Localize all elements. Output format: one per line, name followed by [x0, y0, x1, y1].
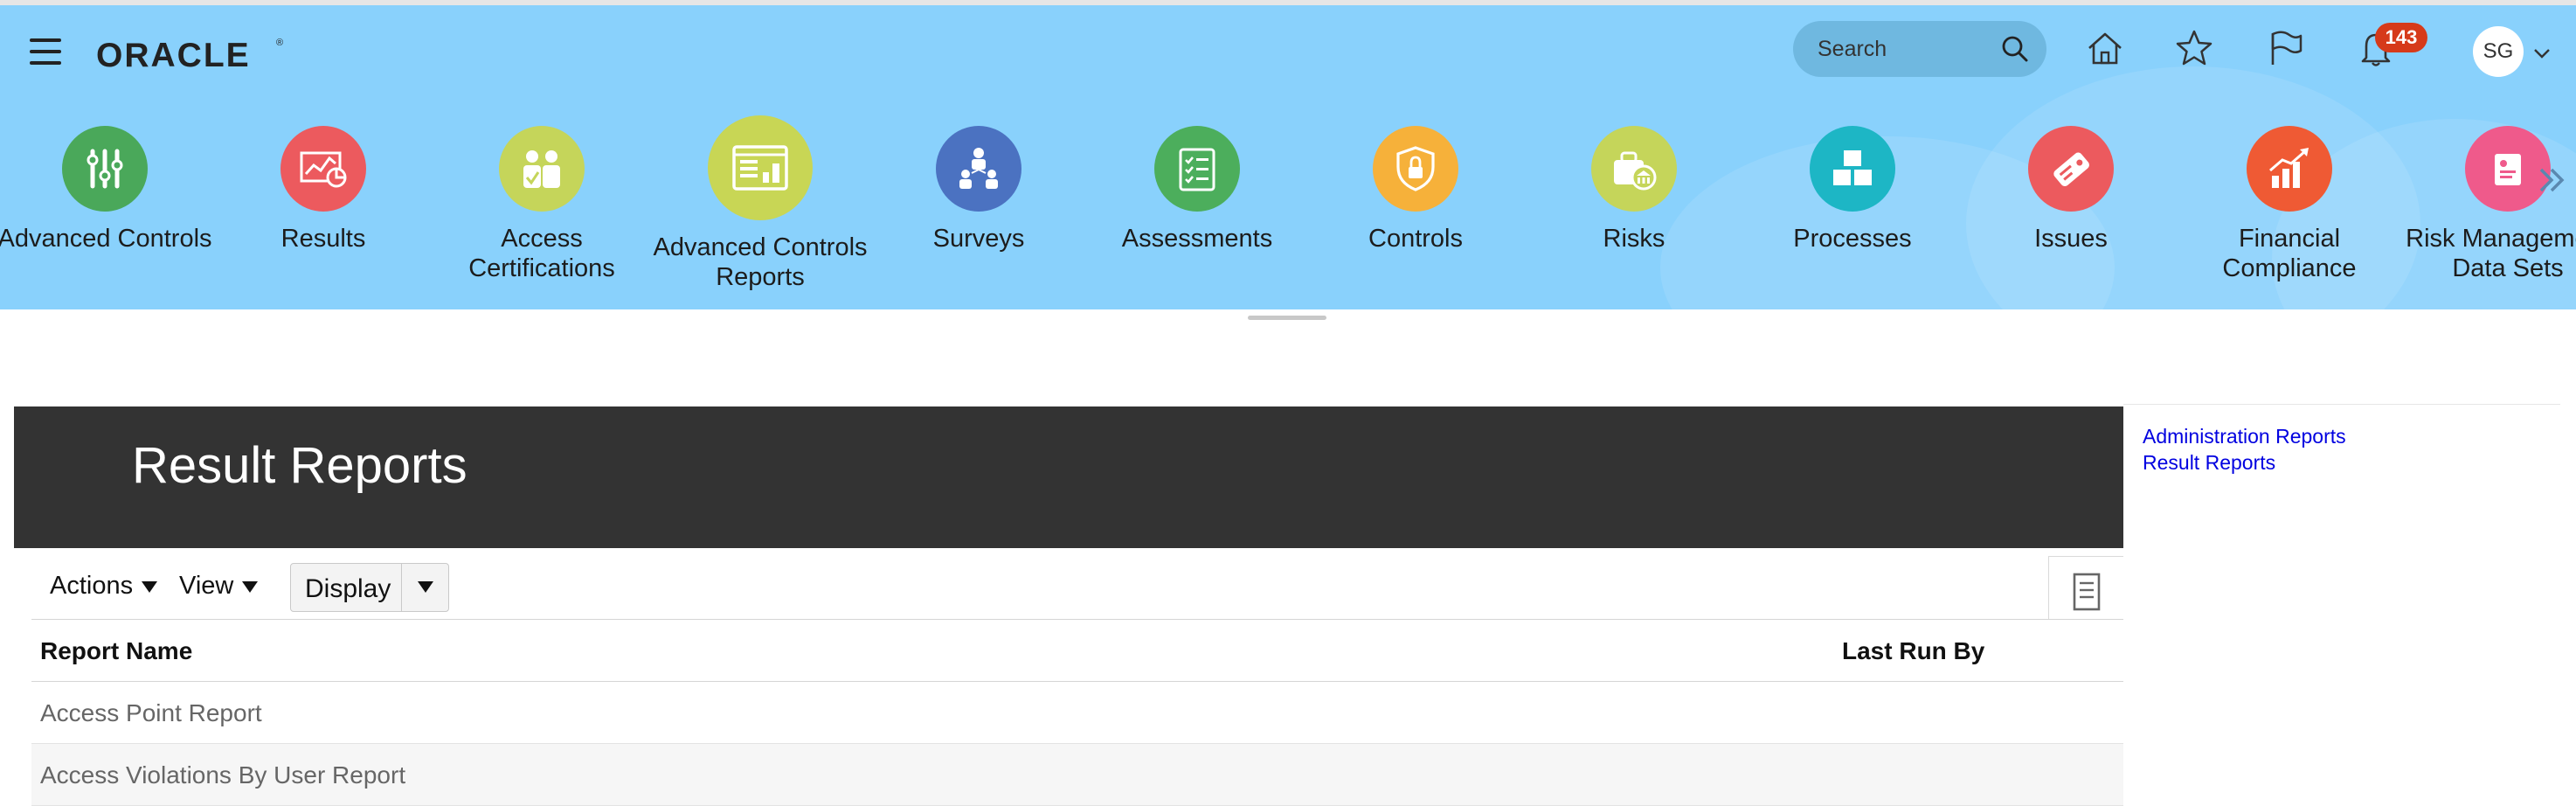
result-reports-link[interactable]: Result Reports — [2143, 449, 2346, 476]
actions-menu-label: Actions — [50, 572, 134, 600]
view-menu-label: View — [179, 572, 234, 600]
caret-down-icon[interactable] — [418, 581, 433, 593]
caret-down-icon — [242, 580, 259, 593]
reports-table: Report Name Last Run By Access Point Rep… — [31, 619, 2123, 806]
checklist-icon — [1154, 126, 1240, 212]
user-avatar[interactable]: SG — [2473, 26, 2524, 77]
boxes-icon — [1810, 126, 1895, 212]
home-icon[interactable] — [2083, 26, 2127, 70]
page-title: Result Reports — [132, 437, 467, 494]
survey-people-icon — [936, 126, 1021, 212]
app-label: Assessments — [1121, 225, 1273, 253]
app-risks[interactable]: Risks — [1525, 108, 1743, 254]
navigator-menu-icon[interactable] — [30, 38, 61, 65]
column-header-last-run-by[interactable]: Last Run By — [1842, 637, 1984, 665]
tag-issue-icon — [2028, 126, 2114, 212]
app-label: Issues — [2034, 225, 2108, 253]
report-name-cell[interactable]: Access Point Report — [40, 699, 262, 727]
app-label: Results — [280, 225, 366, 253]
brand-name: ORACLE — [96, 37, 251, 74]
app-label: Controls — [1368, 225, 1463, 253]
display-button-label: Display — [305, 574, 391, 603]
app-financial-compliance[interactable]: Financial Compliance — [2180, 108, 2399, 283]
reports-side-panel: Administration Reports Result Reports — [2143, 423, 2346, 476]
app-label: Financial Compliance — [2222, 225, 2357, 282]
search-icon[interactable] — [1999, 33, 2031, 65]
app-label: Advanced Controls — [0, 225, 212, 253]
results-chart-icon — [280, 126, 366, 212]
table-header: Report Name Last Run By — [31, 619, 2123, 682]
svg-text:®: ® — [276, 38, 283, 48]
app-results[interactable]: Results — [214, 108, 433, 254]
caret-down-icon — [142, 580, 158, 593]
shield-lock-icon — [1373, 126, 1458, 212]
page-header-banner: Result Reports — [14, 406, 2123, 548]
people-check-icon — [499, 126, 585, 212]
notifications-count-badge: 143 — [2375, 23, 2427, 52]
view-menu[interactable]: View — [179, 572, 259, 601]
chevron-down-icon[interactable] — [2532, 44, 2552, 63]
sliders-icon — [62, 126, 148, 212]
risk-bank-icon — [1591, 126, 1677, 212]
app-processes[interactable]: Processes — [1743, 108, 1962, 254]
header-resize-handle[interactable] — [1248, 316, 1326, 320]
growth-chart-icon — [2247, 126, 2332, 212]
app-issues[interactable]: Issues — [1962, 108, 2180, 254]
search-input[interactable] — [1816, 33, 1994, 65]
search-box[interactable] — [1793, 21, 2046, 77]
app-assessments[interactable]: Assessments — [1088, 108, 1306, 254]
favorites-star-icon[interactable] — [2172, 26, 2216, 70]
divider — [2123, 404, 2560, 405]
double-chevron-right-icon[interactable] — [2534, 163, 2569, 198]
app-label: Risk Management Data Sets — [2406, 225, 2576, 282]
report-dashboard-icon — [708, 115, 813, 220]
administration-reports-link[interactable]: Administration Reports — [2143, 423, 2346, 449]
app-advanced-controls-reports[interactable]: Advanced Controls Reports — [651, 108, 869, 292]
global-header: ORACLE ® 143 SG — [0, 5, 2576, 309]
divider — [401, 564, 402, 611]
table-row[interactable]: Access Violations By User Report — [31, 744, 2123, 806]
app-advanced-controls[interactable]: Advanced Controls — [0, 108, 214, 254]
app-label: Risks — [1603, 225, 1665, 253]
app-label: Advanced Controls Reports — [653, 233, 868, 291]
app-access-certifications[interactable]: Access Certifications — [433, 108, 651, 283]
app-surveys[interactable]: Surveys — [869, 108, 1088, 254]
table-toolbar: Actions View Display — [31, 559, 2129, 614]
oracle-logo: ORACLE ® — [96, 37, 283, 74]
table-row[interactable]: Access Point Report — [31, 682, 2123, 744]
display-button[interactable]: Display — [290, 563, 449, 612]
actions-menu[interactable]: Actions — [50, 572, 158, 601]
app-label: Surveys — [932, 225, 1025, 253]
watchlist-flag-icon[interactable] — [2263, 26, 2307, 70]
app-controls[interactable]: Controls — [1306, 108, 1525, 254]
app-label: Processes — [1793, 225, 1912, 253]
column-header-report-name[interactable]: Report Name — [40, 637, 192, 665]
app-label: Access Certifications — [468, 225, 615, 282]
report-name-cell[interactable]: Access Violations By User Report — [40, 761, 405, 789]
